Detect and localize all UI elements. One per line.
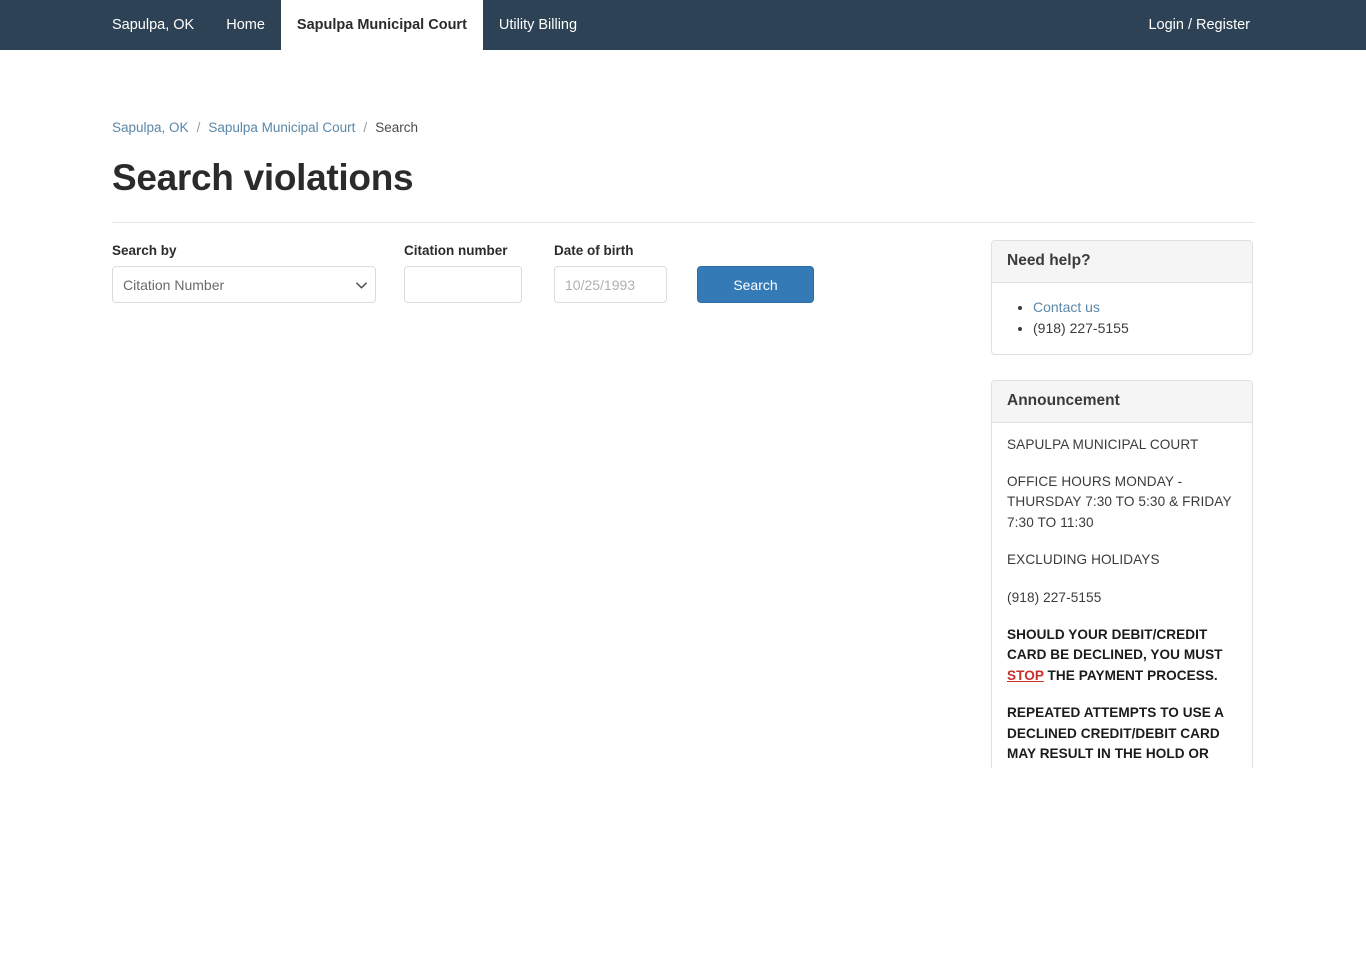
search-by-label: Search by (112, 243, 177, 258)
need-help-list: Contact us (918) 227-5155 (1007, 297, 1237, 340)
contact-us-link[interactable]: Contact us (1033, 299, 1100, 315)
announcement-panel-title: Announcement (1007, 392, 1120, 409)
breadcrumb-current-search: Search (375, 120, 418, 135)
search-by-select[interactable]: Citation Number (112, 266, 376, 303)
list-item-contact-us: Contact us (1033, 297, 1237, 319)
need-help-panel-heading: Need help? (992, 241, 1252, 283)
breadcrumb-link-sapulpa-ok[interactable]: Sapulpa, OK (112, 120, 189, 135)
search-button[interactable]: Search (697, 266, 814, 303)
date-of-birth-label: Date of birth (554, 243, 634, 258)
page-title: Search violations (112, 157, 414, 198)
announcement-line-office-hours: OFFICE HOURS MONDAY - THURSDAY 7:30 TO 5… (1007, 473, 1232, 530)
viewport-bottom-mask (0, 768, 1366, 968)
breadcrumb-separator-1: / (196, 120, 201, 135)
need-help-panel: Need help? Contact us (918) 227-5155 (991, 240, 1253, 355)
navbar-left-links: Sapulpa, OK Home Sapulpa Municipal Court… (96, 0, 593, 50)
date-of-birth-input[interactable] (554, 266, 667, 303)
announcement-line-excluding-holidays: EXCLUDING HOLIDAYS (1007, 552, 1160, 568)
citation-number-input[interactable] (404, 266, 522, 303)
citation-number-label: Citation number (404, 243, 508, 258)
top-navbar: Sapulpa, OK Home Sapulpa Municipal Court… (0, 0, 1366, 50)
need-help-panel-title: Need help? (1007, 252, 1091, 269)
search-by-select-wrapper[interactable]: Citation Number (112, 266, 376, 303)
announcement-line-phone: (918) 227-5155 (1007, 589, 1102, 605)
navbar-inner: Sapulpa, OK Home Sapulpa Municipal Court… (0, 0, 1366, 50)
nav-link-login-register[interactable]: Login / Register (1132, 0, 1266, 50)
nav-link-sapulpa-municipal-court[interactable]: Sapulpa Municipal Court (280, 0, 483, 50)
title-divider (112, 222, 1254, 223)
announcement-line-court-name: SAPULPA MUNICIPAL COURT (1007, 436, 1199, 452)
breadcrumb-link-sapulpa-municipal-court[interactable]: Sapulpa Municipal Court (208, 120, 355, 135)
list-item-phone: (918) 227-5155 (1033, 318, 1237, 340)
need-help-panel-body: Contact us (918) 227-5155 (992, 283, 1252, 354)
nav-link-sapulpa-ok[interactable]: Sapulpa, OK (96, 0, 210, 50)
announcement-panel-heading: Announcement (992, 381, 1252, 423)
nav-link-utility-billing[interactable]: Utility Billing (483, 0, 593, 50)
declined-warning-text-after: THE PAYMENT PROCESS. (1043, 667, 1218, 683)
breadcrumb: Sapulpa, OK / Sapulpa Municipal Court / … (112, 120, 418, 135)
breadcrumb-separator-2: / (363, 120, 368, 135)
nav-link-home[interactable]: Home (210, 0, 281, 50)
stop-link[interactable]: STOP (1007, 668, 1044, 683)
navbar-right-links: Login / Register (1132, 0, 1266, 50)
announcement-declined-card-warning: SHOULD YOUR DEBIT/CREDIT CARD BE DECLINE… (1007, 625, 1237, 686)
declined-warning-text-before: SHOULD YOUR DEBIT/CREDIT CARD BE DECLINE… (1007, 626, 1223, 663)
